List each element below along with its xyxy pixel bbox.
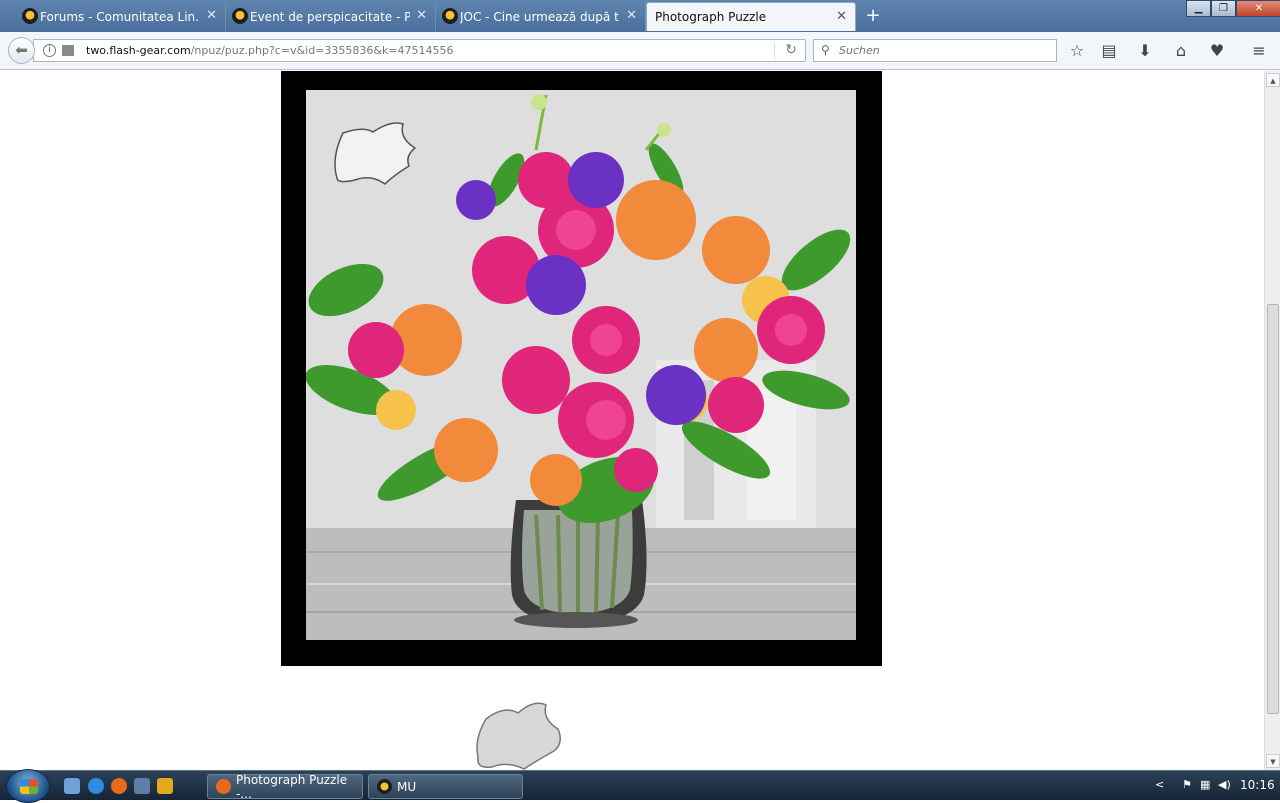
- taskbar: Photograph Puzzle -... MU < ⚑ ▦ ◀) 10:16: [0, 769, 1280, 803]
- tray-chevron-icon[interactable]: <: [1155, 778, 1164, 791]
- action-center-icon[interactable]: ⚑: [1182, 778, 1192, 791]
- tab-title: JOC - Cine urmează după t...: [460, 9, 620, 24]
- downloads-icon[interactable]: ⬇: [1135, 41, 1155, 61]
- taskbar-item-label: Photograph Puzzle -...: [236, 772, 348, 801]
- tab-title: Forums - Comunitatea Lin...: [40, 9, 200, 24]
- tab-title: Photograph Puzzle: [655, 10, 767, 24]
- reading-list-icon[interactable]: ▤: [1099, 41, 1119, 61]
- network-icon[interactable]: ▦: [1200, 778, 1210, 791]
- taskbar-item-firefox[interactable]: Photograph Puzzle -...: [207, 772, 363, 801]
- reload-icon[interactable]: ↻: [785, 42, 797, 58]
- back-button[interactable]: ⬅: [8, 37, 35, 64]
- missing-piece-slot: [334, 122, 417, 185]
- menu-icon[interactable]: ≡: [1249, 41, 1269, 61]
- url-text[interactable]: two.flash-gear.com/npuz/puz.php?c=v&id=3…: [86, 44, 454, 57]
- puzzle-board[interactable]: [281, 71, 882, 666]
- search-input[interactable]: ⚲ Suchen: [813, 39, 1057, 62]
- show-desktop-icon[interactable]: [64, 778, 80, 794]
- vertical-scrollbar[interactable]: ▲ ▼: [1264, 71, 1280, 770]
- window-controls: ▁ ❐ ✕: [1186, 0, 1280, 17]
- scroll-down-icon[interactable]: ▼: [1266, 754, 1280, 768]
- tab-close-icon[interactable]: ✕: [206, 8, 217, 23]
- volume-icon[interactable]: ◀): [1218, 778, 1231, 791]
- page-icon: [62, 45, 74, 56]
- page-content: [0, 71, 1264, 770]
- start-button[interactable]: [6, 769, 50, 803]
- windows-logo-icon: [20, 779, 38, 794]
- tab-event[interactable]: Event de perspicacitate - P... ✕: [228, 2, 436, 31]
- loose-puzzle-piece[interactable]: [474, 699, 566, 770]
- site-info-icon[interactable]: i: [43, 44, 56, 57]
- close-window-button[interactable]: ✕: [1236, 0, 1280, 17]
- scroll-up-icon[interactable]: ▲: [1266, 73, 1280, 87]
- tab-photograph-puzzle[interactable]: Photograph Puzzle ✕: [646, 2, 856, 31]
- tab-close-icon[interactable]: ✕: [626, 8, 637, 23]
- tab-close-icon[interactable]: ✕: [836, 9, 847, 24]
- explorer-icon[interactable]: [134, 778, 150, 794]
- pocket-icon[interactable]: ♥: [1207, 41, 1227, 61]
- internet-explorer-icon[interactable]: [88, 778, 104, 794]
- scrollbar-thumb[interactable]: [1267, 304, 1279, 714]
- tab-forums[interactable]: Forums - Comunitatea Lin... ✕: [18, 2, 226, 31]
- media-player-icon[interactable]: [157, 778, 173, 794]
- tab-strip: Forums - Comunitatea Lin... ✕ Event de p…: [0, 0, 1280, 32]
- bookmark-star-icon[interactable]: ☆: [1067, 41, 1087, 61]
- search-placeholder: Suchen: [839, 44, 880, 57]
- new-tab-button[interactable]: +: [862, 5, 884, 27]
- url-bar[interactable]: i two.flash-gear.com/npuz/puz.php?c=v&id…: [33, 39, 806, 62]
- site-favicon-icon: [22, 8, 38, 24]
- system-tray: < ⚑ ▦ ◀) 10:16: [1152, 775, 1280, 797]
- puzzle-image[interactable]: [306, 90, 856, 640]
- back-arrow-icon: ⬅: [15, 41, 28, 59]
- tab-title: Event de perspicacitate - P...: [250, 9, 410, 24]
- clock[interactable]: 10:16: [1240, 778, 1275, 792]
- site-favicon-icon: [232, 8, 248, 24]
- url-divider: [774, 43, 775, 59]
- site-favicon-icon: [442, 8, 458, 24]
- minimize-button[interactable]: ▁: [1186, 0, 1211, 17]
- restore-button[interactable]: ❐: [1211, 0, 1236, 17]
- game-icon: [377, 779, 392, 794]
- firefox-icon[interactable]: [111, 778, 127, 794]
- taskbar-item-mu[interactable]: MU: [368, 774, 523, 799]
- search-icon: ⚲: [821, 43, 830, 57]
- firefox-icon: [216, 779, 231, 794]
- tab-close-icon[interactable]: ✕: [416, 8, 427, 23]
- home-icon[interactable]: ⌂: [1171, 41, 1191, 61]
- tab-joc[interactable]: JOC - Cine urmează după t... ✕: [438, 2, 646, 31]
- navigation-toolbar: i two.flash-gear.com/npuz/puz.php?c=v&id…: [0, 32, 1280, 70]
- taskbar-item-label: MU: [397, 779, 417, 794]
